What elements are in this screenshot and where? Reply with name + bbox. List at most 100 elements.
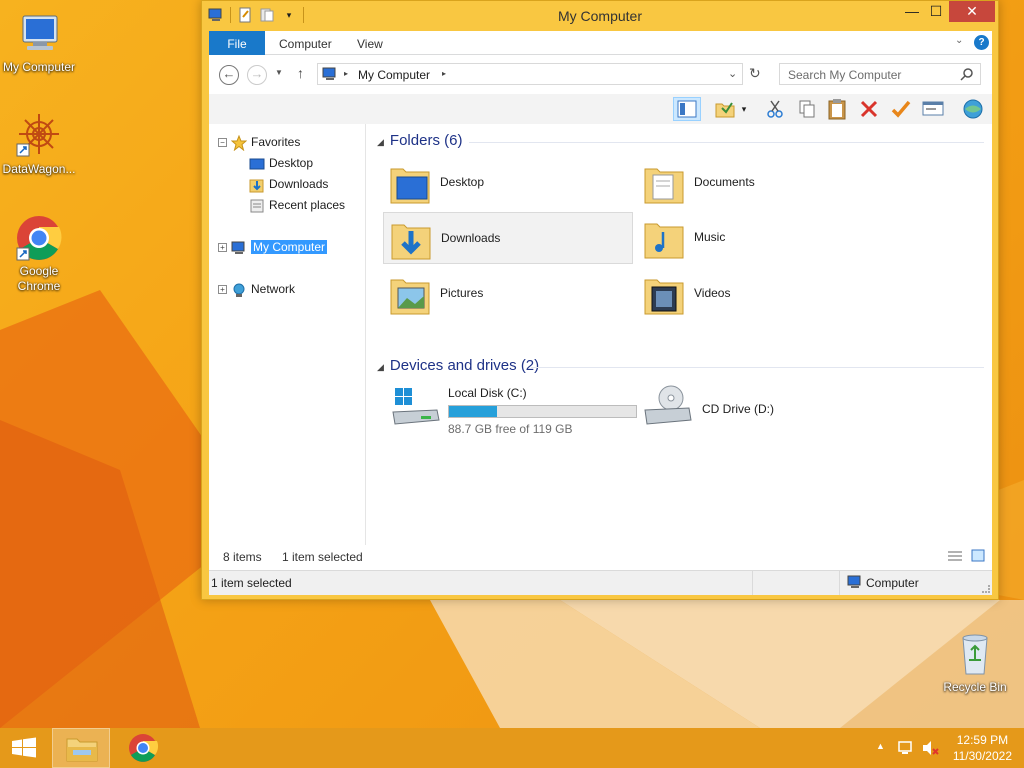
nav-recent-places[interactable]: Recent places <box>249 195 345 215</box>
folder-label: Music <box>694 230 726 244</box>
ribbon-expand-icon[interactable]: ⌄ <box>955 35 963 46</box>
start-button[interactable] <box>0 728 48 768</box>
nav-favorites-label: Favorites <box>251 135 301 149</box>
breadcrumb-my-computer[interactable]: My Computer <box>358 68 430 82</box>
nav-downloads[interactable]: Downloads <box>249 174 328 194</box>
desktop-icon-my-computer[interactable]: My Computer <box>0 10 78 75</box>
drives-group-header[interactable]: ◢ Devices and drives (2) <box>377 355 539 377</box>
search-box[interactable]: Search My Computer <box>779 63 981 85</box>
folder-label: Pictures <box>440 286 484 300</box>
clock-time: 12:59 PM <box>956 733 1009 747</box>
details-status-bar: 1 item selected Computer <box>209 570 992 595</box>
drive-cd-d[interactable]: CD Drive (D:) <box>643 382 893 442</box>
expand-network-icon[interactable]: + <box>218 285 227 294</box>
videos-folder-icon <box>643 272 687 316</box>
drive-label: Local Disk (C:) <box>448 386 527 400</box>
search-placeholder: Search My Computer <box>788 68 902 82</box>
pictures-folder-icon <box>389 272 433 316</box>
folder-downloads[interactable]: Downloads <box>383 212 633 264</box>
recycle-bin-icon <box>951 630 999 678</box>
folders-group-header[interactable]: ◢ Folders (6) <box>377 130 462 152</box>
computer-small-icon <box>322 67 338 84</box>
taskbar-chrome[interactable] <box>114 728 172 768</box>
group-divider <box>531 367 984 368</box>
rename-check-icon[interactable] <box>887 97 915 121</box>
expand-my-computer-icon[interactable]: + <box>218 243 227 252</box>
cut-icon[interactable] <box>761 97 789 121</box>
network-globe-icon[interactable] <box>959 97 987 121</box>
content-pane: ◢ Folders (6) Desktop Documents Downloads… <box>367 124 992 545</box>
paste-icon[interactable] <box>823 97 851 121</box>
resize-grip[interactable] <box>982 585 990 593</box>
nav-my-computer[interactable]: My Computer <box>231 237 328 257</box>
chrome-icon <box>129 734 159 762</box>
tab-view[interactable]: View <box>343 31 397 55</box>
title-bar[interactable]: ▾ My Computer — ☐ ✕ <box>202 1 998 31</box>
status-divider <box>839 571 840 595</box>
nav-desktop[interactable]: Desktop <box>249 153 313 173</box>
address-dropdown-icon[interactable]: ⌄ <box>728 67 737 80</box>
selection-count: 1 item selected <box>282 550 363 564</box>
desktop-icon-label: DataWagon... <box>2 162 76 176</box>
music-folder-icon <box>643 216 687 260</box>
status-selected-text: 1 item selected <box>211 576 292 590</box>
refresh-icon[interactable]: ↻ <box>749 65 761 82</box>
desktop-small-icon <box>249 156 265 172</box>
collapse-favorites-icon[interactable]: − <box>218 138 227 147</box>
folder-label: Downloads <box>441 231 501 245</box>
desktop-icon-google-chrome[interactable]: Google Chrome <box>0 214 78 294</box>
recent-locations-icon[interactable]: ▼ <box>275 68 283 77</box>
back-button[interactable]: ← <box>219 65 239 85</box>
local-disk-icon <box>391 386 441 433</box>
folder-options-icon[interactable] <box>711 97 739 121</box>
large-icons-view-icon[interactable] <box>971 549 985 565</box>
folder-music[interactable]: Music <box>637 212 887 264</box>
folder-pictures[interactable]: Pictures <box>383 268 633 320</box>
nav-recent-label: Recent places <box>269 198 346 212</box>
nav-network-label: Network <box>251 282 296 296</box>
system-clock[interactable]: 12:59 PM 11/30/2022 <box>953 732 1012 764</box>
show-hidden-icons-button[interactable]: ▲ <box>876 741 885 751</box>
nav-network[interactable]: Network <box>231 279 295 299</box>
drives-header-label: Devices and drives (2) <box>389 357 540 374</box>
copy-icon[interactable] <box>793 97 821 121</box>
maximize-button[interactable]: ☐ <box>922 1 950 22</box>
desktop-folder-icon <box>389 161 433 205</box>
up-button[interactable]: ↑ <box>297 65 304 81</box>
taskbar-file-explorer[interactable] <box>52 728 110 768</box>
address-row: ← → ▼ ↑ ▸ My Computer ▸ ⌄ ↻ Search My Co… <box>209 56 992 94</box>
chrome-icon <box>15 214 63 262</box>
breadcrumb-chevron-icon[interactable]: ▸ <box>442 69 446 78</box>
desktop-icon-label: My Computer <box>2 60 76 74</box>
disk-usage-bar <box>448 405 637 418</box>
folder-documents[interactable]: Documents <box>637 157 887 209</box>
items-status-bar: 8 items 1 item selected <box>209 545 992 569</box>
tab-computer[interactable]: Computer <box>265 31 346 55</box>
properties-window-icon[interactable] <box>919 97 947 121</box>
help-icon[interactable]: ? <box>974 35 989 50</box>
address-bar[interactable]: ▸ My Computer ▸ ⌄ <box>317 63 743 85</box>
search-icon[interactable] <box>960 67 974 84</box>
close-button[interactable]: ✕ <box>949 1 995 22</box>
volume-muted-icon[interactable] <box>921 739 939 760</box>
folder-videos[interactable]: Videos <box>637 268 887 320</box>
nav-favorites[interactable]: Favorites <box>230 132 301 152</box>
desktop-icon-recycle-bin[interactable]: Recycle Bin <box>936 630 1014 695</box>
desktop-icon-datawagon[interactable]: DataWagon... <box>0 112 78 177</box>
window-title: My Computer <box>557 8 643 24</box>
recent-places-icon <box>249 198 265 214</box>
delete-icon[interactable] <box>855 97 883 121</box>
breadcrumb-chevron-icon[interactable]: ▸ <box>344 69 348 78</box>
network-tray-icon[interactable] <box>897 739 915 760</box>
folder-desktop[interactable]: Desktop <box>383 157 633 209</box>
downloads-small-icon <box>249 177 265 193</box>
details-view-icon[interactable] <box>948 550 962 565</box>
drive-local-disk-c[interactable]: Local Disk (C:) 88.7 GB free of 119 GB <box>391 382 641 442</box>
desktop-icon-label: Recycle Bin <box>943 680 1007 694</box>
documents-folder-icon <box>643 161 687 205</box>
tab-file[interactable]: File <box>209 31 265 55</box>
folder-options-dropdown-icon[interactable]: ▾ <box>737 97 751 121</box>
collapse-arrow-icon: ◢ <box>377 362 384 372</box>
preview-pane-button[interactable] <box>673 97 701 121</box>
forward-button[interactable]: → <box>247 65 267 85</box>
